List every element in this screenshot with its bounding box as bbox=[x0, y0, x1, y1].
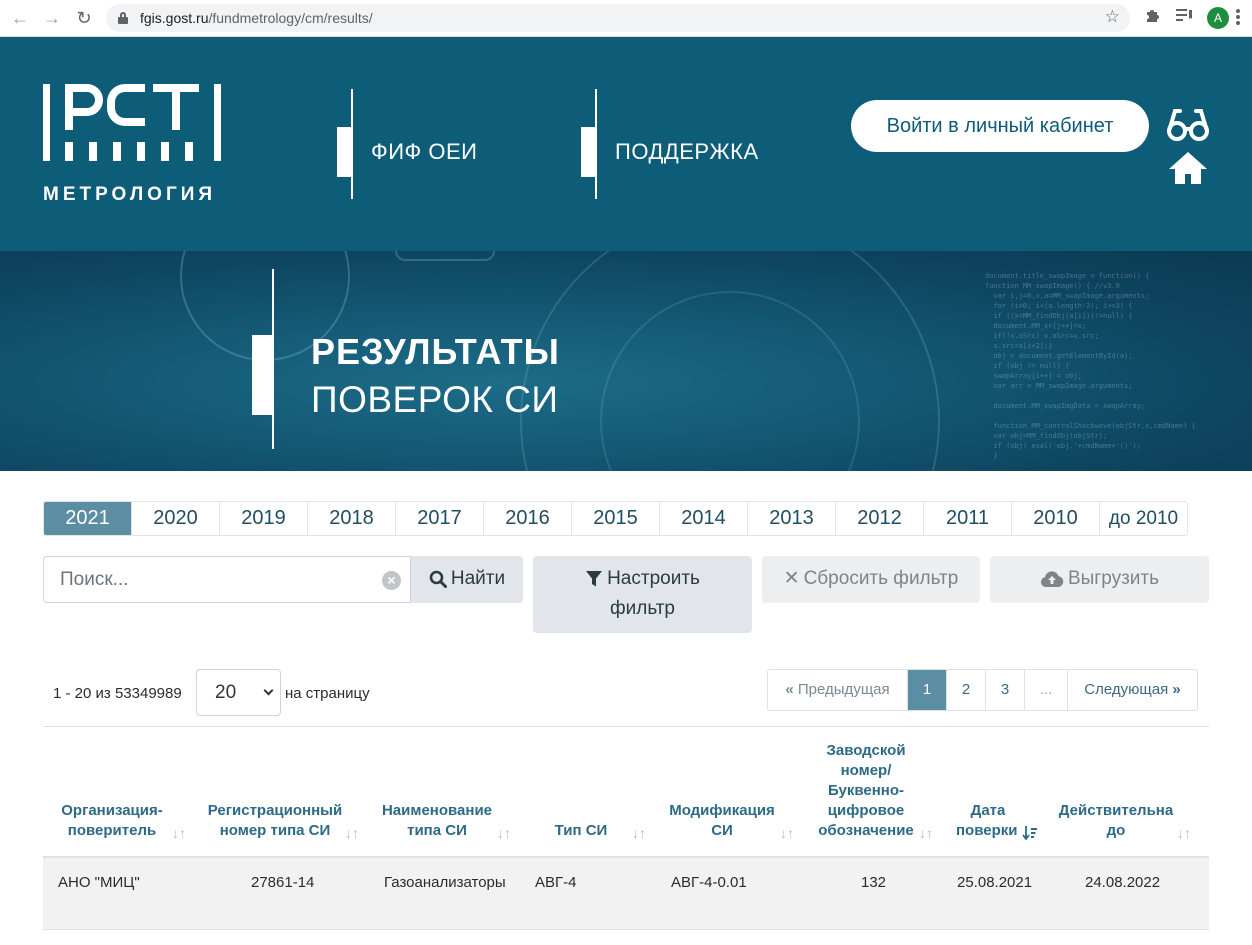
sort-desc-icon[interactable] bbox=[1022, 825, 1038, 844]
reset-filter-button[interactable]: ✕ Сбросить фильтр bbox=[762, 556, 980, 603]
forward-arrow-icon[interactable]: → bbox=[40, 6, 64, 30]
tab-year-2011[interactable]: 2011 bbox=[924, 502, 1012, 535]
sort-icon[interactable]: ↓↑ bbox=[497, 825, 511, 841]
close-icon: ✕ bbox=[783, 568, 800, 590]
next-page-button[interactable]: Следующая » bbox=[1068, 670, 1197, 710]
page-button-3[interactable]: 3 bbox=[986, 670, 1025, 710]
logo-mark bbox=[43, 84, 221, 161]
tab-year-2016[interactable]: 2016 bbox=[484, 502, 572, 535]
sort-icon[interactable]: ↓↑ bbox=[1177, 825, 1191, 841]
url-text[interactable]: fgis.gost.ru/fundmetrology/cm/results/ bbox=[140, 10, 373, 26]
page-subtitle: ПОВЕРОК СИ bbox=[311, 379, 559, 420]
cell-type: АВГ-4 bbox=[535, 874, 577, 891]
home-icon[interactable] bbox=[1167, 150, 1209, 186]
site-header: МЕТРОЛОГИЯ ФИФ ОЕИ ПОДДЕРЖКА Войти в лич… bbox=[0, 37, 1252, 251]
tab-year-2018[interactable]: 2018 bbox=[308, 502, 396, 535]
year-tabs: 2021 2020 2019 2018 2017 2016 2015 2014 … bbox=[43, 501, 1188, 536]
export-label: Выгрузить bbox=[1067, 568, 1160, 589]
tab-year-2015[interactable]: 2015 bbox=[572, 502, 660, 535]
tab-year-2012[interactable]: 2012 bbox=[836, 502, 924, 535]
results-count: 1 - 20 из 53349989 bbox=[53, 685, 182, 702]
search-input[interactable] bbox=[44, 557, 374, 602]
page-button-1[interactable]: 1 bbox=[908, 670, 947, 710]
page-ellipsis: ... bbox=[1025, 670, 1068, 710]
sort-icon[interactable]: ↓↑ bbox=[345, 825, 359, 841]
page-button-2[interactable]: 2 bbox=[947, 670, 986, 710]
tab-year-2013[interactable]: 2013 bbox=[748, 502, 836, 535]
cloud-upload-icon bbox=[1040, 571, 1064, 587]
banner-divider bbox=[272, 269, 274, 449]
per-page-label: на страницу bbox=[285, 685, 370, 702]
extensions-puzzle-icon[interactable] bbox=[1144, 7, 1161, 30]
double-chevron-left-icon: « bbox=[785, 681, 794, 698]
export-button[interactable]: Выгрузить bbox=[990, 556, 1209, 603]
double-chevron-right-icon: » bbox=[1172, 681, 1181, 698]
tab-year-2010[interactable]: 2010 bbox=[1012, 502, 1100, 535]
page-size-select[interactable]: 20 bbox=[196, 669, 281, 716]
browser-menu-icon[interactable] bbox=[1236, 9, 1240, 25]
bookmark-star-icon[interactable]: ☆ bbox=[1105, 7, 1120, 27]
filter-icon bbox=[586, 570, 603, 587]
profile-avatar[interactable]: A bbox=[1207, 7, 1229, 29]
filter-label-line1: Настроить bbox=[607, 568, 700, 589]
table-row[interactable]: АНО "МИЦ" 27861-14 Газоанализаторы АВГ-4… bbox=[43, 858, 1209, 930]
banner-marker bbox=[252, 335, 272, 415]
cell-type-name: Газоанализаторы bbox=[384, 874, 506, 891]
table-top-border bbox=[43, 726, 1209, 727]
column-header-modification[interactable]: Модификация СИ bbox=[666, 801, 778, 841]
page-title: РЕЗУЛЬТАТЫ bbox=[311, 331, 560, 372]
lock-icon[interactable] bbox=[118, 12, 128, 24]
tab-year-before-2010[interactable]: до 2010 bbox=[1100, 502, 1187, 535]
tab-year-2017[interactable]: 2017 bbox=[396, 502, 484, 535]
back-arrow-icon[interactable]: ← bbox=[8, 6, 32, 30]
page-size-value: 20 bbox=[215, 682, 237, 703]
filter-label-line2: фильтр bbox=[609, 598, 675, 619]
reset-filter-label: Сбросить фильтр bbox=[803, 568, 959, 589]
rst-logo[interactable]: МЕТРОЛОГИЯ bbox=[43, 84, 221, 209]
column-header-type[interactable]: Тип СИ bbox=[548, 821, 614, 841]
configure-filter-button[interactable]: Настроить фильтр bbox=[533, 556, 752, 633]
cell-organization: АНО "МИЦ" bbox=[58, 874, 140, 891]
column-header-verification-date[interactable]: Дата поверки bbox=[952, 801, 1024, 841]
column-header-reg-number[interactable]: Регистрационный номер типа СИ bbox=[207, 801, 343, 841]
column-header-organization[interactable]: Организация-поверитель bbox=[58, 801, 166, 841]
address-bar[interactable]: fgis.gost.ru/fundmetrology/cm/results/ ☆ bbox=[106, 4, 1130, 32]
banner-code-texture: document.title_swapImage = function() { … bbox=[985, 272, 1196, 460]
column-header-type-name[interactable]: Наименование типа СИ bbox=[377, 801, 497, 841]
chevron-down-icon bbox=[263, 685, 274, 696]
sort-icon[interactable]: ↓↑ bbox=[780, 825, 794, 841]
page-banner: document.title_swapImage = function() { … bbox=[0, 251, 1252, 471]
sort-icon[interactable]: ↓↑ bbox=[632, 825, 646, 841]
prev-page-button[interactable]: « Предыдущая bbox=[768, 670, 908, 710]
search-icon bbox=[429, 570, 447, 588]
browser-toolbar: ← → ↻ fgis.gost.ru/fundmetrology/cm/resu… bbox=[0, 0, 1252, 37]
tab-year-2014[interactable]: 2014 bbox=[660, 502, 748, 535]
column-header-serial-number[interactable]: Заводской номер/Буквенно-цифровое обозначе… bbox=[813, 741, 919, 841]
cell-verification-date: 25.08.2021 bbox=[957, 874, 1033, 891]
tab-year-2021[interactable]: 2021 bbox=[44, 502, 132, 535]
reload-icon[interactable]: ↻ bbox=[72, 6, 96, 30]
cell-valid-until: 24.08.2022 bbox=[1085, 874, 1161, 891]
tab-year-2019[interactable]: 2019 bbox=[220, 502, 308, 535]
login-button[interactable]: Войти в личный кабинет bbox=[851, 100, 1149, 152]
cell-serial-number: 132 bbox=[861, 874, 887, 891]
tab-year-2020[interactable]: 2020 bbox=[132, 502, 220, 535]
column-header-valid-until[interactable]: Действительна до bbox=[1058, 801, 1174, 841]
logo-tagline: МЕТРОЛОГИЯ bbox=[43, 184, 217, 205]
find-button[interactable]: Найти bbox=[411, 556, 523, 603]
nav-link-label[interactable]: ФИФ ОЕИ bbox=[371, 139, 477, 165]
clear-search-icon[interactable]: × bbox=[382, 571, 401, 590]
pagination: « Предыдущая 1 2 3 ... Следующая » bbox=[767, 669, 1198, 711]
nav-link-label[interactable]: ПОДДЕРЖКА bbox=[615, 139, 759, 165]
cell-reg-number[interactable]: 27861-14 bbox=[251, 874, 314, 891]
search-box: × bbox=[43, 556, 411, 603]
reading-list-icon[interactable] bbox=[1175, 7, 1193, 29]
sort-icon[interactable]: ↓↑ bbox=[919, 825, 933, 841]
find-button-label: Найти bbox=[450, 568, 506, 589]
sort-icon[interactable]: ↓↑ bbox=[172, 825, 186, 841]
glasses-icon[interactable] bbox=[1166, 107, 1210, 143]
cell-modification: АВГ-4-0.01 bbox=[671, 874, 747, 891]
